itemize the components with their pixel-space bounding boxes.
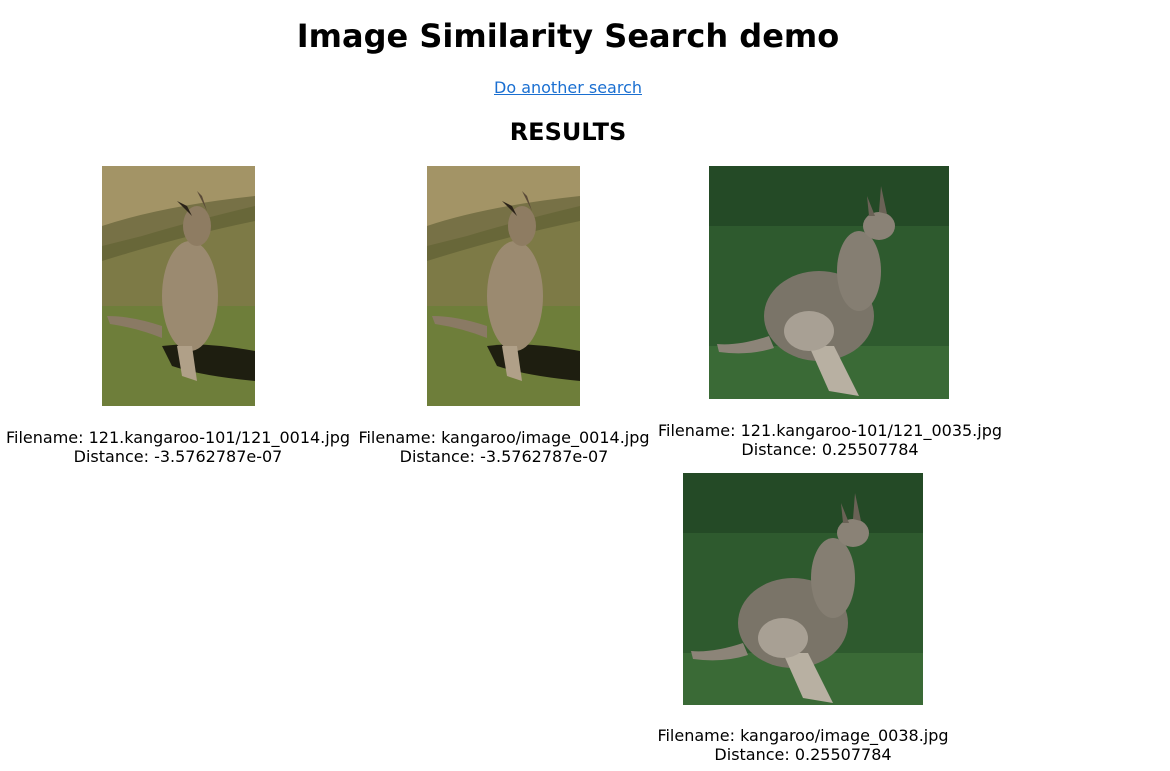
result-distance: Distance: 0.25507784 [714, 745, 892, 764]
results-heading: RESULTS [509, 118, 627, 146]
result-filename: Filename: kangaroo/image_0014.jpg [358, 428, 650, 447]
result-filename: Filename: kangaroo/image_0038.jpg [657, 726, 949, 745]
result-distance: Distance: 0.25507784 [741, 440, 919, 459]
result-caption-2: Filename: kangaroo/image_0014.jpg Distan… [356, 428, 652, 466]
do-another-search-link[interactable]: Do another search [494, 78, 642, 97]
result-filename: Filename: 121.kangaroo-101/121_0014.jpg [5, 428, 351, 447]
result-caption-1: Filename: 121.kangaroo-101/121_0014.jpg … [0, 428, 356, 466]
result-image-4[interactable] [683, 473, 923, 705]
result-distance: Distance: -3.5762787e-07 [73, 447, 283, 466]
page-title: Image Similarity Search demo [296, 17, 840, 55]
result-image-1[interactable] [102, 166, 255, 406]
results-page: Image Similarity Search demo Do another … [0, 0, 1170, 771]
link-container: Do another search [0, 78, 1136, 98]
result-image-2[interactable] [427, 166, 580, 406]
result-image-3[interactable] [709, 166, 949, 399]
result-filename: Filename: 121.kangaroo-101/121_0035.jpg [657, 421, 1003, 440]
result-caption-3: Filename: 121.kangaroo-101/121_0035.jpg … [652, 421, 1008, 459]
result-caption-4: Filename: kangaroo/image_0038.jpg Distan… [653, 726, 953, 764]
result-distance: Distance: -3.5762787e-07 [399, 447, 609, 466]
